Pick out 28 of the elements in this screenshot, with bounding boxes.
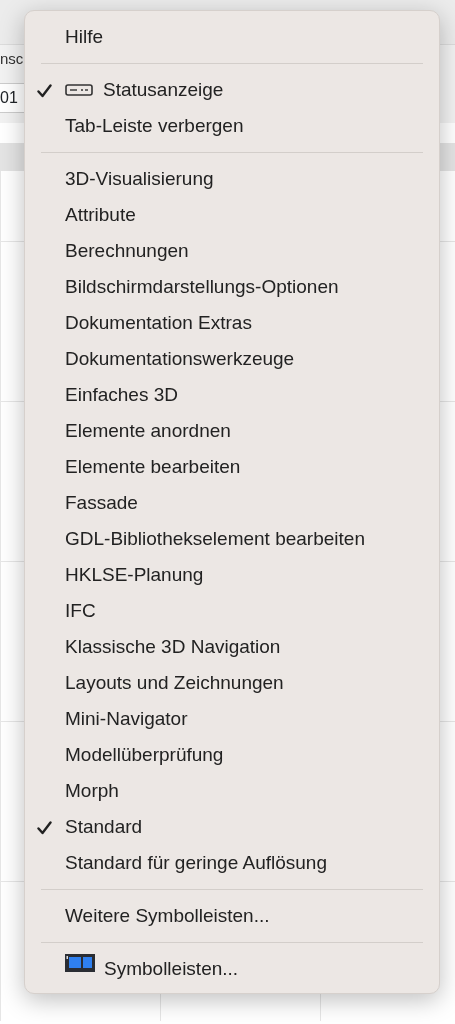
menu-item[interactable]: 3D-Visualisierung xyxy=(25,161,439,197)
menu-item[interactable]: Dokumentationswerkzeuge xyxy=(25,341,439,377)
label-fragment: nsc xyxy=(0,50,24,67)
menu-item[interactable]: Layouts und Zeichnungen xyxy=(25,665,439,701)
menu-item[interactable]: Modellüberprüfung xyxy=(25,737,439,773)
menu-item[interactable]: Einfaches 3D xyxy=(25,377,439,413)
menu-item[interactable]: Tab-Leiste verbergen xyxy=(25,108,439,144)
menu-item[interactable]: Symbolleisten... xyxy=(25,951,439,987)
menu-item[interactable]: GDL-Bibliothekselement bearbeiten xyxy=(25,521,439,557)
status-bar-icon xyxy=(65,84,93,96)
menu-item[interactable]: Weitere Symbolleisten... xyxy=(25,898,439,934)
menu-item[interactable]: Bildschirmdarstellungs-Optionen xyxy=(25,269,439,305)
menu-item[interactable]: Standard xyxy=(25,809,439,845)
menu-item[interactable]: Standard für geringe Auflösung xyxy=(25,845,439,881)
menu-item[interactable]: Berechnungen xyxy=(25,233,439,269)
menu-item[interactable]: Attribute xyxy=(25,197,439,233)
menu-item[interactable]: Klassische 3D Navigation xyxy=(25,629,439,665)
menu-item[interactable]: IFC xyxy=(25,593,439,629)
menu-item[interactable]: Mini-Navigator xyxy=(25,701,439,737)
menu-item[interactable]: Elemente anordnen xyxy=(25,413,439,449)
menu-item[interactable]: HKLSE-Planung xyxy=(25,557,439,593)
toolbar-icon xyxy=(65,954,95,972)
menu-item[interactable]: Statusanzeige xyxy=(25,72,439,108)
menu-item[interactable]: Hilfe xyxy=(25,19,439,55)
menu-item[interactable]: Morph xyxy=(25,773,439,809)
menu-item[interactable]: Fassade xyxy=(25,485,439,521)
menu-item[interactable]: Elemente bearbeiten xyxy=(25,449,439,485)
menu-item[interactable]: Dokumentation Extras xyxy=(25,305,439,341)
